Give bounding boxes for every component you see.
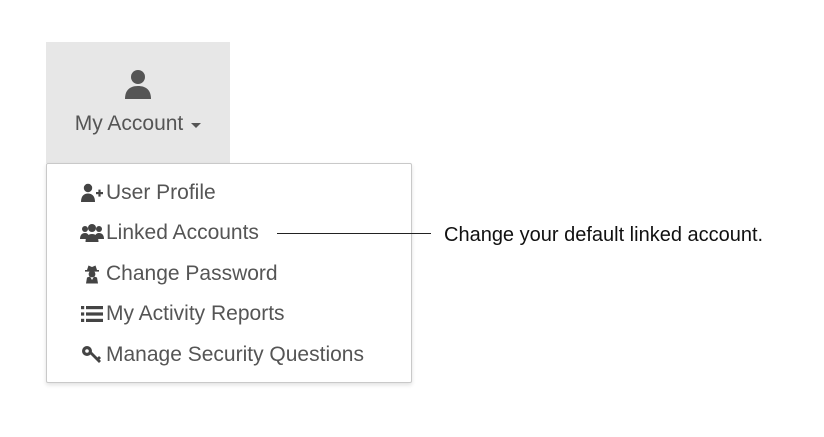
my-account-button[interactable]: My Account <box>46 42 230 163</box>
callout-text: Change your default linked account. <box>444 223 764 246</box>
callout-leader-line <box>277 233 431 234</box>
menu-item-label: Change Password <box>106 262 278 285</box>
menu-item-label: Linked Accounts <box>106 221 259 244</box>
list-icon <box>80 303 104 325</box>
user-plus-icon <box>80 182 104 204</box>
menu-item-security-questions[interactable]: Manage Security Questions <box>80 341 364 369</box>
key-icon <box>80 344 104 366</box>
user-icon <box>123 68 153 100</box>
menu-item-label: My Activity Reports <box>106 302 285 325</box>
menu-item-linked-accounts[interactable]: Linked Accounts <box>80 219 259 247</box>
menu-item-label: User Profile <box>106 181 216 204</box>
menu-item-change-password[interactable]: Change Password <box>80 260 278 288</box>
account-dropdown-menu: User Profile Linked Accounts Change Pass <box>46 163 412 383</box>
my-account-label-row: My Account <box>46 110 230 138</box>
user-secret-icon <box>80 263 104 285</box>
caret-down-icon <box>191 122 202 128</box>
menu-item-activity-reports[interactable]: My Activity Reports <box>80 300 285 328</box>
my-account-label: My Account <box>74 112 184 135</box>
menu-item-user-profile[interactable]: User Profile <box>80 179 216 207</box>
users-icon <box>80 222 104 244</box>
menu-item-label: Manage Security Questions <box>106 343 364 366</box>
